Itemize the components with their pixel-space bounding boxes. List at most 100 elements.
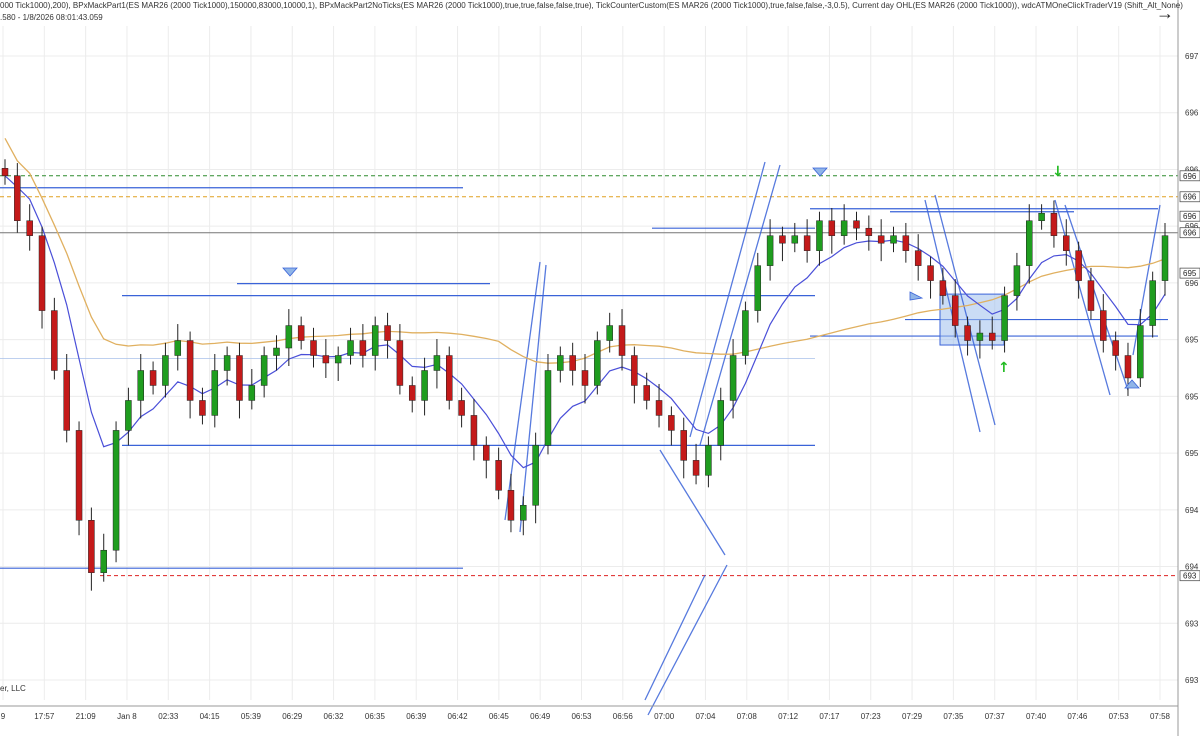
candle-up [125, 400, 132, 431]
x-tick-label: 9 [1, 712, 6, 721]
candle-down [186, 340, 194, 401]
candle-down [51, 310, 58, 371]
x-tick-label: 06:53 [571, 712, 592, 721]
candle-up [223, 355, 231, 371]
candle-up [754, 265, 762, 311]
candle-down [384, 325, 391, 341]
x-tick-label: 17:57 [34, 712, 55, 721]
candle-down [692, 460, 700, 476]
candle-up [137, 370, 144, 401]
candle-up [334, 355, 342, 364]
y-tick-label: 693 [1185, 676, 1199, 685]
candle-up [112, 430, 120, 551]
y-tick-label: 694 [1185, 563, 1199, 572]
y-tick-label: 696 [1185, 279, 1199, 288]
candle-down [1124, 355, 1132, 379]
x-tick-label: 07:00 [654, 712, 675, 721]
trend-channel-line [699, 164, 781, 446]
y-tick-label: 694 [1185, 506, 1199, 515]
candle-down [297, 325, 305, 341]
candle-down [1050, 212, 1058, 236]
y-tick-label: 696 [1185, 109, 1199, 118]
signal-markers: ↓↑ [282, 164, 1140, 389]
candle-down [643, 385, 650, 401]
y-tick-label: 695 [1185, 336, 1199, 345]
candle-up [717, 400, 724, 446]
candle-down [149, 370, 157, 386]
signal-triangle [909, 291, 924, 301]
candle-down [581, 370, 589, 386]
price-tag-label: 696 [1183, 172, 1197, 181]
price-tag-label: 696 [1183, 229, 1197, 238]
y-tick-label: 695 [1185, 392, 1199, 401]
candle-up [557, 355, 564, 371]
trend-channel-line [1054, 199, 1111, 396]
candle-down [14, 175, 21, 221]
candle-up [1013, 265, 1021, 296]
candle-down [310, 340, 317, 356]
candle-up [100, 549, 107, 573]
candle-down [618, 325, 626, 356]
price-chart[interactable]: ↓↑ 6976966966966966956956956946946936936… [0, 0, 1200, 736]
candle-up [890, 235, 897, 244]
candle-up [791, 235, 799, 244]
x-tick-label: 21:09 [76, 712, 97, 721]
candle-up [248, 385, 256, 401]
candle-down [988, 332, 996, 341]
x-tick-label: 06:32 [324, 712, 345, 721]
candle-down [569, 355, 576, 371]
x-tick-label: 06:45 [489, 712, 510, 721]
trend-channel-line [689, 161, 766, 438]
candle-down [877, 235, 885, 244]
candle-up [260, 355, 268, 386]
candle-down [26, 220, 33, 236]
down-arrow-icon: ↓ [1052, 164, 1064, 180]
x-tick-label: 06:49 [530, 712, 551, 721]
indicators-header: 000 Tick1000),200), BPxMackPart1(ES MAR2… [0, 1, 1183, 10]
candle-up [1038, 212, 1045, 221]
y-tick-label: 693 [1185, 619, 1199, 628]
candle-down [446, 355, 453, 401]
price-tag-label: 696 [1183, 212, 1197, 221]
status-line: .580 - 1/8/2026 08:01:43.059 [0, 13, 103, 22]
candle-down [668, 415, 675, 431]
x-tick-label: 07:46 [1067, 712, 1088, 721]
candle-down [408, 385, 416, 401]
candle-up [371, 325, 379, 356]
candle-up [162, 355, 169, 386]
x-tick-label: 06:35 [365, 712, 386, 721]
trend-channel-line [1132, 204, 1161, 356]
candle-down [236, 355, 243, 401]
candle-down [1112, 340, 1119, 356]
time-axis: 9 17:57 21:09 Jan 8 02:33 04:15 05:39 06:29 06:3… [0, 705, 1178, 721]
copyright-text: er, LLC [0, 684, 26, 693]
arrow-right-icon[interactable]: → [1154, 2, 1176, 24]
candle-up [532, 445, 539, 506]
candle-down [655, 400, 663, 416]
price-tag-label: 696 [1183, 193, 1197, 202]
candle-up [544, 370, 552, 446]
x-tick-label: 07:35 [943, 712, 964, 721]
x-tick-label: 02:33 [158, 712, 179, 721]
candle-down [359, 340, 367, 356]
candle-up [766, 235, 774, 266]
x-tick-label: 07:29 [902, 712, 923, 721]
candle-up [705, 445, 712, 476]
candle-down [38, 235, 46, 311]
candle-down [939, 280, 947, 296]
price-tag-label: 693 [1183, 572, 1197, 581]
candle-up [1161, 235, 1169, 281]
x-tick-label: 04:15 [200, 712, 221, 721]
x-tick-label: 07:12 [778, 712, 799, 721]
candle-up [606, 325, 613, 341]
candle-down [507, 490, 515, 521]
candlesticks [1, 159, 1169, 591]
candle-up [729, 355, 737, 401]
candle-up [840, 220, 848, 236]
candle-down [631, 355, 638, 386]
candle-down [853, 220, 860, 229]
candle-down [927, 265, 934, 281]
candle-down [779, 235, 786, 244]
candle-down [199, 400, 206, 416]
candle-down [75, 430, 83, 521]
